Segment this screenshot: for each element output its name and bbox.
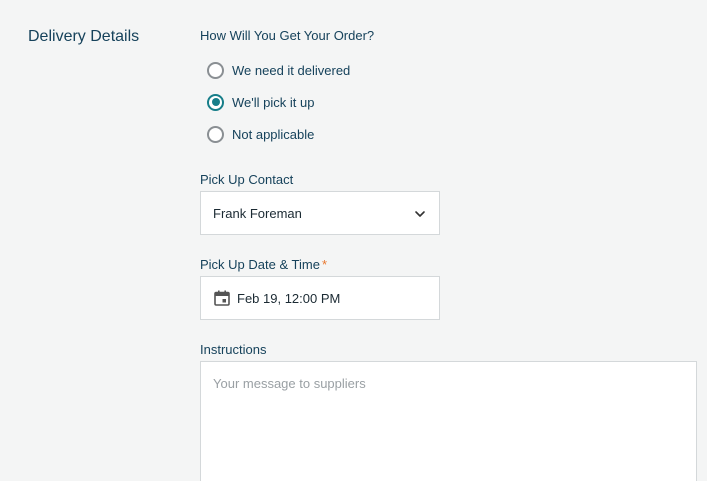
calendar-icon [214,290,230,306]
pickup-contact-select[interactable]: Frank Foreman [200,191,440,235]
pickup-datetime-field: Pick Up Date & Time * Feb 19, 12:00 PM [200,257,697,320]
pickup-datetime-value: Feb 19, 12:00 PM [237,290,341,306]
chevron-down-icon [415,211,425,217]
section-title: Delivery Details [28,28,140,45]
radio-label-pick-up: We'll pick it up [232,94,315,110]
delivery-method-radio-group: We need it delivered We'll pick it up No… [200,54,697,150]
radio-label-delivered: We need it delivered [232,62,351,78]
delivery-details-page: Delivery Details How Will You Get Your O… [0,0,707,481]
instructions-textarea[interactable] [200,361,697,481]
radio-button-pick-up[interactable] [207,93,224,111]
required-asterisk: * [321,257,327,272]
delivery-form: How Will You Get Your Order? We need it … [200,28,697,481]
instructions-field: Instructions [200,342,697,481]
pickup-datetime-label-text: Pick Up Date & Time [200,257,320,272]
radio-button-not-applicable[interactable] [207,125,224,143]
radio-option-not-applicable[interactable]: Not applicable [207,118,697,150]
delivery-method-label: How Will You Get Your Order? [200,28,375,43]
pickup-datetime-input[interactable]: Feb 19, 12:00 PM [200,276,440,320]
pickup-contact-field: Pick Up Contact Frank Foreman [200,172,697,235]
radio-option-pick-up[interactable]: We'll pick it up [207,86,697,118]
radio-button-delivered[interactable] [207,61,224,79]
instructions-label: Instructions [200,342,267,357]
pickup-contact-value: Frank Foreman [213,205,302,221]
radio-option-delivered[interactable]: We need it delivered [207,54,697,86]
radio-label-not-applicable: Not applicable [232,126,315,142]
pickup-datetime-label: Pick Up Date & Time * [200,257,697,273]
pickup-contact-label: Pick Up Contact [200,172,294,187]
